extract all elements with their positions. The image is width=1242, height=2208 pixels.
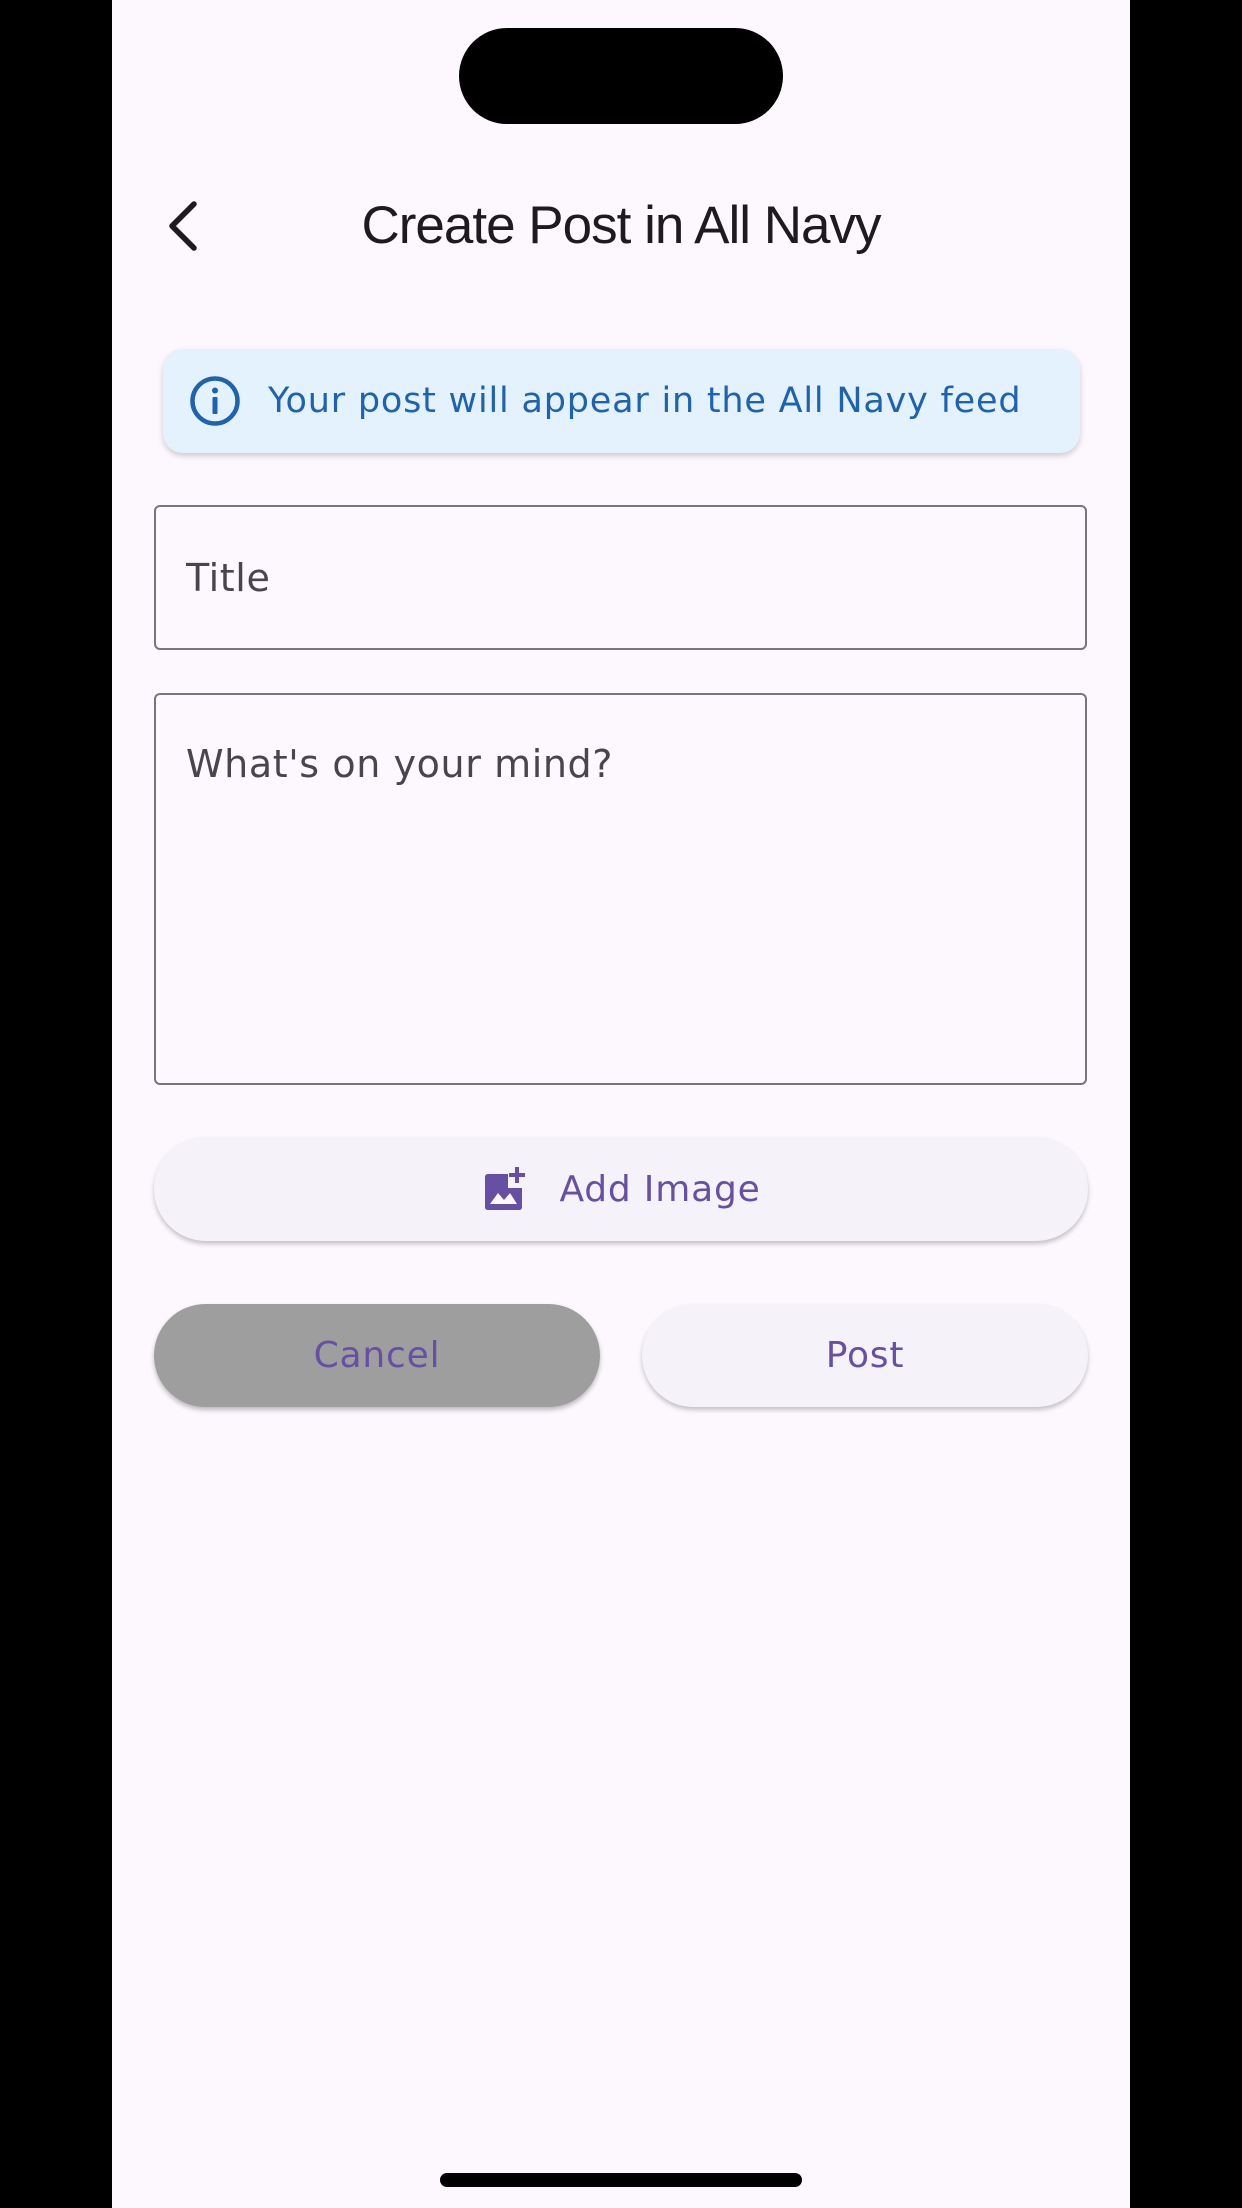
- cancel-button[interactable]: Cancel: [154, 1304, 600, 1407]
- home-indicator: [440, 2173, 802, 2187]
- info-banner-text: Your post will appear in the All Navy fe…: [268, 381, 1022, 421]
- title-input[interactable]: [154, 505, 1087, 650]
- post-button[interactable]: Post: [642, 1304, 1088, 1407]
- add-photo-icon: [481, 1163, 533, 1215]
- info-banner: Your post will appear in the All Navy fe…: [163, 349, 1080, 453]
- post-body-input[interactable]: [154, 693, 1087, 1085]
- dynamic-island: [459, 28, 783, 124]
- page-title: Create Post in All Navy: [361, 196, 881, 255]
- add-image-button[interactable]: Add Image: [154, 1137, 1088, 1241]
- info-icon: [189, 375, 241, 427]
- create-post-screen: Create Post in All Navy Your post will a…: [112, 0, 1130, 2208]
- add-image-label: Add Image: [559, 1168, 761, 1210]
